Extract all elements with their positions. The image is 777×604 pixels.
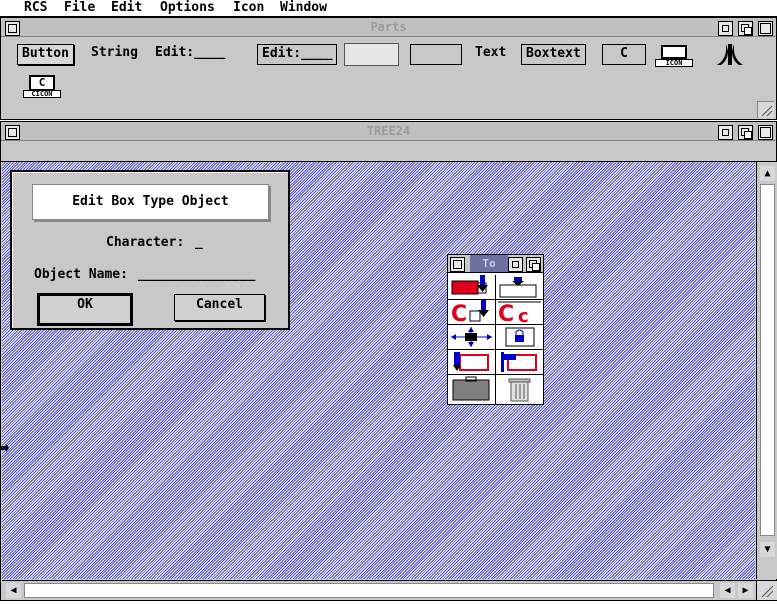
dialog-title: Edit Box Type Object [32, 184, 269, 220]
copy-object-tool-icon[interactable]: C [448, 300, 496, 325]
parts-titlebar[interactable]: Parts [1, 18, 776, 37]
menu-file[interactable]: File [64, 0, 95, 16]
menu-rcs[interactable]: RCS [24, 0, 47, 16]
tree-infobar [1, 142, 776, 162]
backdrop-icon[interactable] [738, 125, 753, 140]
ok-button[interactable]: OK [37, 293, 133, 326]
svg-text:c: c [518, 306, 529, 324]
parts-window: Parts Button String Edit:____ Edit:____ … [0, 17, 777, 120]
menu-bar: RCS File Edit Options Icon Window [0, 0, 777, 17]
lock-tool-icon[interactable] [496, 325, 544, 350]
mouse-pointer-icon [0, 443, 10, 455]
move-resize-tool-icon[interactable] [448, 325, 496, 350]
toolbox-titlebar[interactable]: To [448, 255, 543, 273]
atari-logo-icon[interactable] [715, 43, 745, 67]
icon-label: ICON [655, 59, 693, 67]
scroll-left-icon-2[interactable]: ◀ [720, 583, 735, 598]
object-name-label: Object Name: [34, 267, 128, 282]
hscroll-slider[interactable] [24, 583, 714, 598]
part-text[interactable]: Text [473, 44, 508, 63]
resize-grip-icon[interactable] [757, 101, 774, 118]
tree-window-title: TREE24 [366, 124, 411, 138]
toolbox-window: To C Cc [447, 254, 544, 405]
part-box[interactable] [344, 43, 399, 66]
menu-edit[interactable]: Edit [111, 0, 142, 16]
scroll-left-icon[interactable]: ◀ [6, 583, 21, 598]
horizontal-scrollbar[interactable]: ◀ ◀ ▶ [2, 580, 756, 600]
cicon-char: C [29, 75, 55, 91]
close-icon[interactable] [450, 257, 465, 272]
fuller-icon[interactable] [758, 125, 773, 140]
scroll-right-icon[interactable]: ▶ [738, 583, 753, 598]
iconify-icon[interactable] [718, 21, 733, 36]
flag-object-tool-icon[interactable] [496, 350, 544, 375]
scroll-slider[interactable] [760, 184, 775, 536]
resize-grip-icon[interactable] [756, 580, 777, 600]
backdrop-icon[interactable] [738, 21, 753, 36]
insert-object-tool-icon[interactable] [496, 275, 544, 300]
trash-icon[interactable] [496, 375, 544, 405]
part-edit-boxed[interactable]: Edit:____ [257, 44, 338, 65]
copy-char-tool-icon[interactable]: Cc [496, 300, 544, 325]
part-string[interactable]: String [89, 44, 140, 63]
scroll-down-icon[interactable]: ▼ [760, 542, 775, 557]
character-field[interactable]: _ [195, 235, 203, 250]
part-icon[interactable]: ICON [655, 45, 695, 69]
vertical-scrollbar[interactable]: ▲ ▼ [756, 162, 777, 579]
iconify-icon[interactable] [718, 125, 733, 140]
toolbox-title: To [470, 255, 508, 272]
scroll-up-icon[interactable]: ▲ [760, 166, 775, 181]
fuller-icon[interactable] [758, 21, 773, 36]
character-label: Character: [106, 235, 185, 250]
parts-window-title: Parts [370, 20, 407, 34]
part-boxchar[interactable]: C [602, 44, 646, 65]
container-tool-icon[interactable] [448, 375, 496, 405]
svg-text:C: C [451, 302, 467, 324]
menu-window[interactable]: Window [280, 0, 327, 16]
tree-titlebar[interactable]: TREE24 [1, 122, 776, 141]
paste-into-tool-icon[interactable] [448, 350, 496, 375]
part-edit[interactable]: Edit:____ [153, 44, 227, 63]
icon-frame [661, 45, 687, 59]
edit-box-dialog: Edit Box Type Object Character: _ Object… [10, 170, 290, 330]
object-name-field[interactable]: _______________ [138, 267, 255, 282]
part-boxtext[interactable]: Boxtext [521, 44, 586, 65]
paste-object-tool-icon[interactable] [448, 275, 496, 300]
cancel-button[interactable]: Cancel [174, 294, 265, 321]
menu-icon[interactable]: Icon [233, 0, 264, 16]
backdrop-icon[interactable] [526, 257, 541, 272]
iconify-icon[interactable] [508, 257, 523, 272]
part-button[interactable]: Button [17, 44, 74, 65]
menu-options[interactable]: Options [160, 0, 215, 16]
svg-text:C: C [498, 302, 514, 324]
cicon-label: CICON [23, 90, 61, 98]
part-ibox[interactable] [410, 44, 462, 65]
part-cicon[interactable]: C CICON [23, 75, 63, 99]
